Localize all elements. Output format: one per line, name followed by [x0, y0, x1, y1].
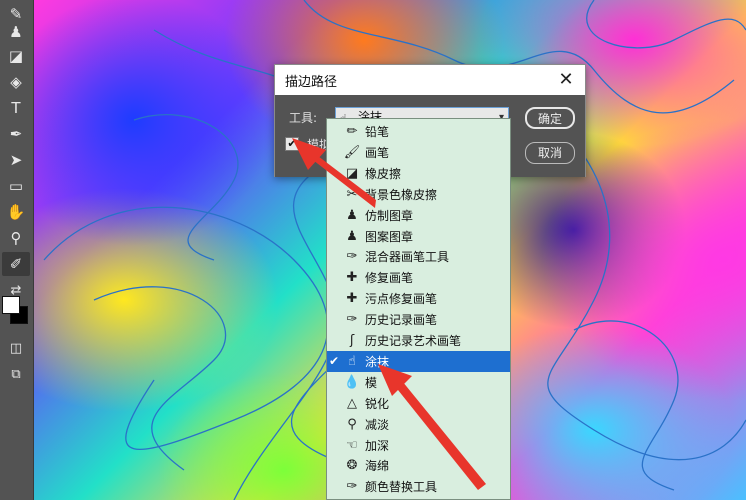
- background-eraser-icon: ✂: [346, 186, 358, 202]
- ok-button[interactable]: 确定: [525, 107, 575, 129]
- menu-item[interactable]: ♟ 图案图章: [327, 226, 510, 247]
- mixer-brush-icon: ✑: [346, 249, 358, 265]
- tool-palette: ✎ ♟ ◪ ◈ T ✒ ➤ ▭ ✋ ⚲ ✐ ⇄ ◫ ⧉: [0, 0, 34, 500]
- paint-bucket-tool[interactable]: ◈: [2, 70, 30, 94]
- clone-stamp-icon: ♟: [346, 207, 358, 223]
- stamp-icon: ♟: [9, 23, 23, 41]
- menu-item[interactable]: △ 锐化: [327, 393, 510, 414]
- menu-item[interactable]: ✑ 历史记录画笔: [327, 309, 510, 330]
- zoom-tool[interactable]: ⚲: [2, 226, 30, 250]
- screen-mode-icon[interactable]: ⧉: [2, 362, 30, 386]
- menu-item-label: 仿制图章: [365, 208, 414, 223]
- menu-item-label: 历史记录艺术画笔: [365, 334, 462, 348]
- eyedropper-tool[interactable]: ✐: [2, 252, 30, 276]
- menu-item[interactable]: ❂ 海绵: [327, 455, 510, 476]
- hand-icon: ✋: [6, 203, 26, 221]
- eyedropper-icon: ✐: [9, 255, 23, 273]
- sponge-icon: ❂: [346, 458, 358, 474]
- history-brush-icon: ✑: [346, 312, 358, 328]
- burn-icon: ☜: [346, 437, 358, 453]
- zoom-icon: ⚲: [10, 229, 22, 247]
- menu-item-label: 污点修复画笔: [365, 292, 438, 307]
- menu-item-label: 锐化: [365, 396, 390, 411]
- menu-item-label: 画笔: [365, 145, 390, 160]
- tool-dropdown-menu: ✏ 铅笔 🖌 画笔 ◪ 橡皮擦 ✂ 背景色橡皮擦 ♟ 仿制图章 ♟ 图案图章 ✑ 混合器画笔工具 ✚ 修复画笔…: [326, 118, 511, 500]
- menu-item[interactable]: 💧 模: [327, 372, 510, 393]
- arrow-icon: ➤: [9, 151, 23, 169]
- menu-item-label: 模: [365, 375, 378, 390]
- simulate-pressure-checkbox[interactable]: ✔: [285, 137, 299, 151]
- rectangle-icon: ▭: [8, 177, 24, 195]
- menu-item[interactable]: ✏ 铅笔: [327, 121, 510, 142]
- menu-item[interactable]: ✂ 背景色橡皮擦: [327, 184, 510, 205]
- menu-item-label: 减淡: [365, 417, 390, 432]
- eraser-icon: ◪: [8, 47, 24, 65]
- menu-item[interactable]: ʃ 历史记录艺术画笔: [327, 330, 510, 351]
- menu-item-label: 加深: [365, 438, 390, 453]
- menu-item[interactable]: ◪ 橡皮擦: [327, 163, 510, 184]
- spot-healing-icon: ✚: [346, 291, 358, 307]
- cancel-button[interactable]: 取消: [525, 142, 575, 164]
- pen-tool[interactable]: ✒: [2, 122, 30, 146]
- menu-item[interactable]: ✚ 修复画笔: [327, 267, 510, 288]
- menu-item[interactable]: ✚ 污点修复画笔: [327, 288, 510, 309]
- dialog-title: 描边路径: [285, 75, 338, 90]
- healing-brush-icon: ✚: [346, 270, 358, 286]
- smudge-icon: ☝: [348, 353, 356, 369]
- menu-item[interactable]: ⚲ 减淡: [327, 414, 510, 435]
- path-selection-tool[interactable]: ➤: [2, 148, 30, 172]
- menu-item-label: 涂抹: [365, 354, 390, 369]
- pen-icon: ✒: [9, 125, 23, 143]
- dodge-icon: ⚲: [347, 416, 357, 432]
- menu-item-label: 海绵: [365, 459, 390, 474]
- bucket-icon: ◈: [10, 73, 22, 91]
- color-replacement-icon: ✑: [346, 479, 358, 495]
- menu-item[interactable]: 🖌 画笔: [327, 142, 510, 163]
- blur-icon: 💧: [343, 374, 361, 390]
- hand-tool[interactable]: ✋: [2, 200, 30, 224]
- sharpen-icon: △: [347, 395, 357, 411]
- check-icon: ✔: [328, 354, 340, 369]
- eraser-tool[interactable]: ◪: [2, 44, 30, 68]
- pattern-stamp-icon: ♟: [346, 228, 358, 244]
- menu-item[interactable]: ✑ 颜色替换工具: [327, 476, 510, 497]
- eraser-icon: ◪: [345, 165, 359, 181]
- menu-item-label: 修复画笔: [365, 271, 414, 286]
- menu-item[interactable]: ♟ 仿制图章: [327, 205, 510, 226]
- art-history-brush-icon: ʃ: [349, 333, 355, 348]
- menu-item-label: 橡皮擦: [365, 166, 402, 181]
- pencil-icon: ✏: [346, 124, 358, 139]
- menu-item[interactable]: ✑ 混合器画笔工具: [327, 246, 510, 267]
- rectangle-tool[interactable]: ▭: [2, 174, 30, 198]
- brush-icon: 🖌: [343, 144, 361, 160]
- type-icon: T: [11, 99, 21, 117]
- dialog-titlebar[interactable]: 描边路径 ✕: [275, 65, 585, 95]
- menu-item[interactable]: ✔ ☝ 涂抹: [327, 350, 510, 372]
- menu-item-label: 图案图章: [365, 229, 414, 244]
- quick-mask-icon[interactable]: ◫: [2, 336, 30, 360]
- swap-colors-icon[interactable]: ⇄: [2, 278, 30, 302]
- type-tool[interactable]: T: [2, 96, 30, 120]
- clone-stamp-tool[interactable]: ♟: [2, 20, 30, 44]
- menu-item-label: 铅笔: [365, 125, 390, 139]
- menu-item-label: 历史记录画笔: [365, 313, 438, 328]
- menu-item-label: 混合器画笔工具: [365, 250, 450, 265]
- close-icon[interactable]: ✕: [555, 69, 577, 91]
- menu-item-label: 颜色替换工具: [365, 480, 438, 495]
- tool-label: 工具:: [289, 111, 318, 125]
- menu-item[interactable]: ☜ 加深: [327, 435, 510, 456]
- menu-item-label: 背景色橡皮擦: [365, 187, 438, 202]
